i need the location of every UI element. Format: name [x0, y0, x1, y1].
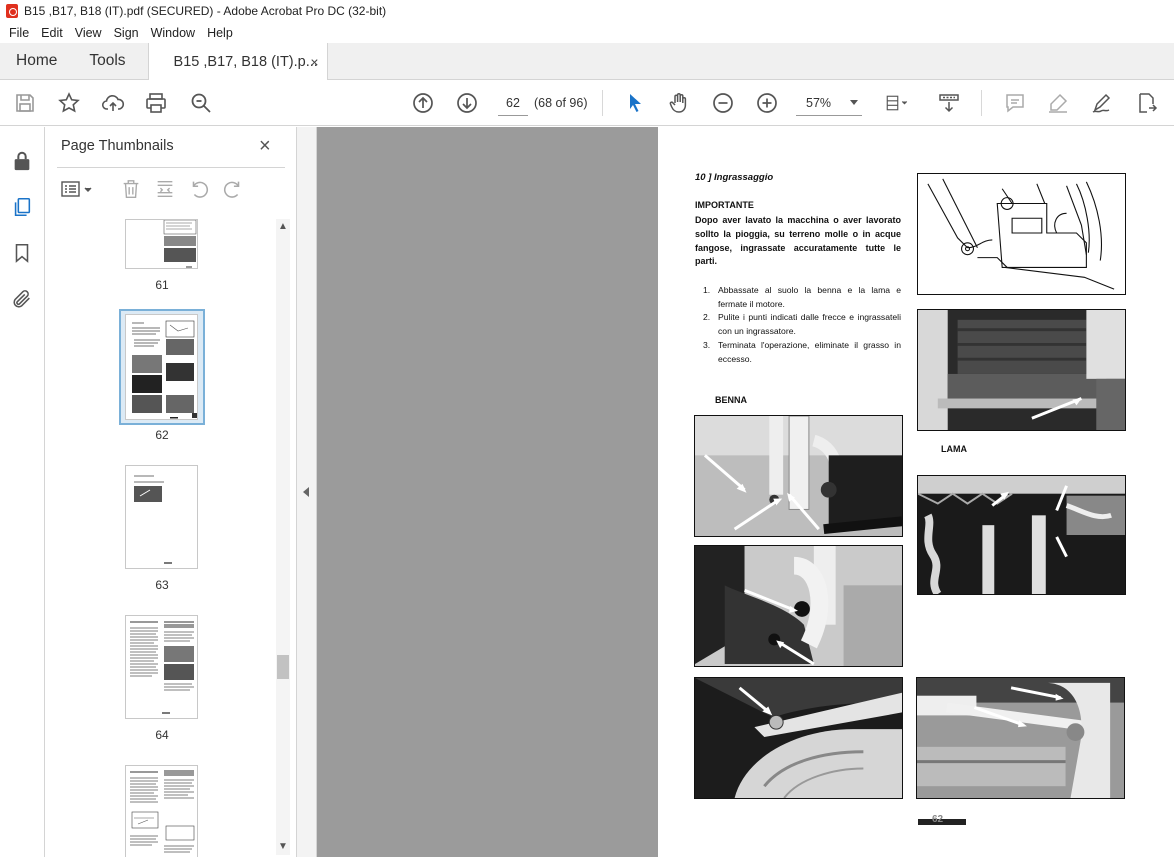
page-down-icon[interactable]: [454, 90, 480, 116]
page-thumbnail[interactable]: [125, 615, 198, 719]
attachment-icon[interactable]: [10, 287, 34, 311]
extract-pages-icon[interactable]: [153, 177, 177, 201]
grease-point-photo: [917, 309, 1126, 431]
section-title: 10 ] Ingrassaggio: [695, 172, 774, 183]
zoom-value: 57%: [806, 95, 832, 110]
share-icon[interactable]: [1133, 90, 1159, 116]
page-number-footer: 62: [918, 814, 966, 825]
tab-tools[interactable]: Tools: [73, 43, 141, 79]
collapse-left-icon: [303, 487, 309, 497]
rotate-right-icon[interactable]: [221, 177, 245, 201]
thumbnail-label: 62: [155, 428, 169, 442]
diagram-image: [917, 173, 1126, 295]
bookmark-icon[interactable]: [10, 241, 34, 265]
menu-sign[interactable]: Sign: [109, 26, 144, 40]
panel-divider: [57, 167, 285, 168]
menu-bar: File Edit View Sign Window Help: [0, 22, 1174, 43]
sign-icon[interactable]: [1089, 90, 1115, 116]
save-icon[interactable]: [12, 90, 38, 116]
upload-icon[interactable]: [100, 90, 126, 116]
zoom-select[interactable]: 57%: [796, 90, 862, 116]
tab-close-icon[interactable]: ×: [310, 54, 318, 70]
lock-icon[interactable]: [10, 149, 34, 173]
menu-view[interactable]: View: [70, 26, 107, 40]
panel-title: Page Thumbnails: [61, 138, 174, 154]
grease-point-photo: [694, 677, 903, 799]
grease-point-photo: [694, 415, 903, 537]
grease-point-photo: [694, 545, 903, 667]
step-item: 1. Abbassate al suolo la benna e la lama …: [703, 285, 901, 309]
toolbar-divider: [981, 90, 982, 116]
step-item: 2. Pulite i punti indicati dalle frecce e…: [703, 312, 901, 337]
page-thumbnails-panel: Page Thumbnails × 61 62 63 64 ▲ ▼: [45, 127, 297, 857]
highlight-icon[interactable]: [1045, 90, 1071, 116]
menu-help[interactable]: Help: [202, 26, 238, 40]
page-thumbnail[interactable]: [125, 465, 198, 569]
tab-document-label: B15 ,B17, B18 (IT).p...: [173, 54, 318, 70]
thumbnail-label: 61: [155, 278, 169, 292]
scrollbar-thumb[interactable]: [277, 655, 289, 679]
tab-home[interactable]: Home: [0, 43, 73, 79]
page-thumbnail[interactable]: [125, 765, 198, 857]
comment-icon[interactable]: [1002, 90, 1028, 116]
tab-bar: Home Tools B15 ,B17, B18 (IT).p... ×: [0, 43, 1174, 81]
left-rail: [0, 127, 45, 857]
label-lama: LAMA: [941, 444, 967, 454]
print-icon[interactable]: [143, 90, 169, 116]
grease-point-photo: [916, 677, 1125, 799]
thumbnail-options-icon[interactable]: [59, 177, 95, 201]
page-up-icon[interactable]: [410, 90, 436, 116]
page-thumbnail-selected[interactable]: [125, 314, 198, 420]
select-cursor-icon[interactable]: [622, 90, 648, 116]
document-background: [317, 127, 658, 857]
tab-document[interactable]: B15 ,B17, B18 (IT).p... ×: [147, 43, 328, 81]
step-item: 3. Terminata l'operazione, eliminate il g…: [703, 339, 901, 364]
search-icon[interactable]: [188, 90, 214, 116]
label-benna: BENNA: [715, 395, 748, 405]
scroll-down-icon[interactable]: ▼: [277, 841, 289, 852]
close-icon[interactable]: ×: [259, 135, 271, 158]
window-title: B15 ,B17, B18 (IT).pdf (SECURED) - Adobe…: [24, 4, 387, 18]
page-thumbnail[interactable]: [125, 219, 198, 269]
pages-icon[interactable]: [10, 195, 34, 219]
scroll-mode-icon[interactable]: [936, 90, 962, 116]
document-page: 10 ] Ingrassaggio IMPORTANTE Dopo aver l…: [658, 127, 1174, 857]
grease-point-photo: [917, 475, 1126, 595]
scroll-up-icon[interactable]: ▲: [277, 221, 289, 232]
star-icon[interactable]: [56, 90, 82, 116]
menu-file[interactable]: File: [4, 26, 34, 40]
zoom-out-icon[interactable]: [710, 90, 736, 116]
menu-window[interactable]: Window: [146, 26, 200, 40]
steps-list: 1. Abbassate al suolo la benna e la lama …: [703, 284, 901, 366]
page-number-text: 62: [932, 814, 944, 825]
page-number-input[interactable]: 62: [498, 90, 528, 116]
fit-page-icon[interactable]: [880, 90, 914, 116]
rotate-left-icon[interactable]: [187, 177, 211, 201]
title-bar: B15 ,B17, B18 (IT).pdf (SECURED) - Adobe…: [0, 0, 1174, 22]
thumbnail-label: 63: [155, 578, 169, 592]
zoom-in-icon[interactable]: [754, 90, 780, 116]
page-count-label: (68 of 96): [534, 96, 588, 110]
toolbar-divider: [602, 90, 603, 116]
important-text: Dopo aver lavato la macchina o aver lavo…: [695, 215, 901, 267]
delete-icon[interactable]: [119, 177, 143, 201]
hand-icon[interactable]: [666, 90, 692, 116]
panel-collapse-handle[interactable]: [297, 127, 317, 857]
important-label: IMPORTANTE: [695, 200, 754, 210]
chevron-down-icon: [850, 100, 858, 105]
acrobat-pdf-icon: [6, 4, 18, 18]
menu-edit[interactable]: Edit: [36, 26, 68, 40]
thumbnail-scrollbar[interactable]: [276, 219, 290, 855]
thumbnail-label: 64: [155, 728, 169, 742]
